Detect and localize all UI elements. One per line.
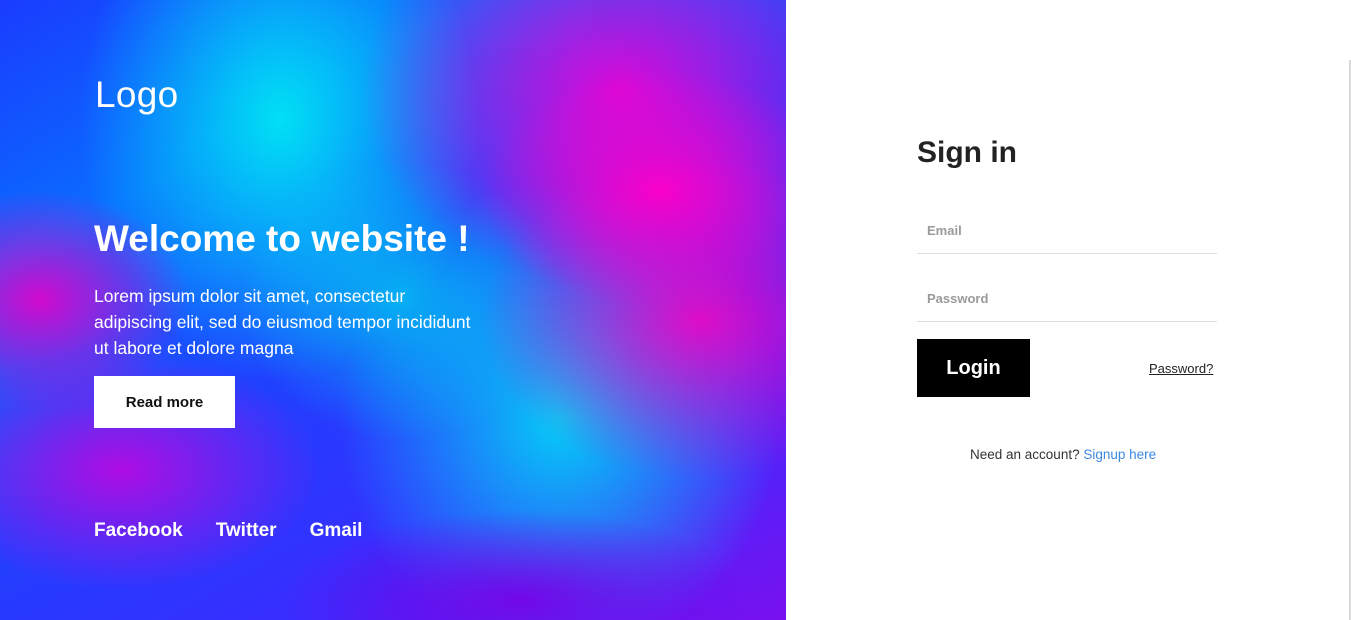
facebook-link[interactable]: Facebook xyxy=(94,520,183,542)
email-field[interactable] xyxy=(917,208,1217,253)
password-field[interactable] xyxy=(917,276,1217,321)
need-account-text: Need an account? xyxy=(970,447,1080,462)
signup-prompt: Need an account? Signup here xyxy=(970,447,1156,462)
signin-title: Sign in xyxy=(917,136,1017,169)
email-field-wrapper xyxy=(917,208,1217,254)
hero-content: Logo Welcome to website ! Lorem ipsum do… xyxy=(0,0,786,620)
login-button[interactable]: Login xyxy=(917,339,1030,397)
twitter-link[interactable]: Twitter xyxy=(216,520,277,542)
forgot-password-link[interactable]: Password? xyxy=(1149,361,1213,376)
logo[interactable]: Logo xyxy=(95,74,179,116)
social-links: Facebook Twitter Gmail xyxy=(94,520,362,542)
hero-background: Logo Welcome to website ! Lorem ipsum do… xyxy=(0,0,786,620)
password-field-wrapper xyxy=(917,276,1217,322)
gmail-link[interactable]: Gmail xyxy=(310,520,363,542)
signin-panel: Sign in Login Password? Need an account?… xyxy=(786,0,1351,620)
hero-title: Welcome to website ! xyxy=(94,218,470,259)
read-more-button[interactable]: Read more xyxy=(94,376,235,428)
hero-description: Lorem ipsum dolor sit amet, consectetur … xyxy=(94,286,471,358)
signup-link[interactable]: Signup here xyxy=(1083,447,1156,462)
